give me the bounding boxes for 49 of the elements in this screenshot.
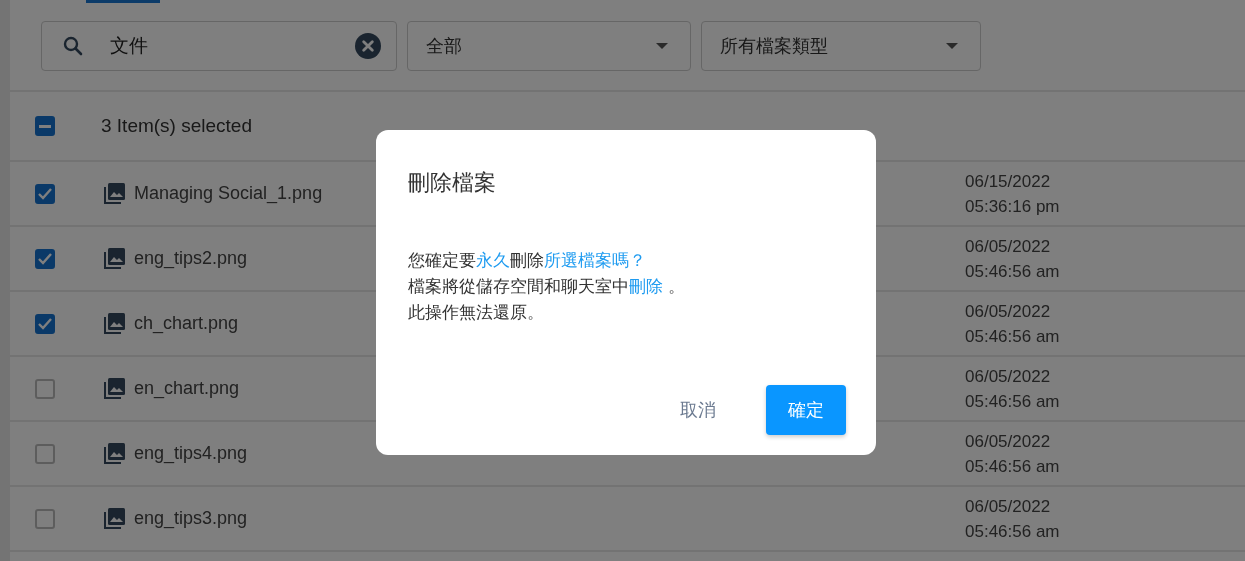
check-icon (38, 317, 52, 330)
image-icon (102, 441, 126, 466)
row-checkbox[interactable] (35, 313, 55, 334)
clear-icon[interactable] (355, 33, 381, 59)
check-icon (38, 187, 52, 200)
search-field[interactable]: 文件 (41, 21, 397, 71)
caret-icon (656, 43, 668, 49)
search-icon (61, 34, 85, 58)
file-name: eng_tips4.png (134, 443, 248, 464)
file-name: eng_tips3.png (134, 508, 248, 529)
file-time: 05:36:16 pm (965, 195, 1061, 218)
file-time: 05:46:56 am (965, 455, 1061, 478)
row-checkbox[interactable] (35, 508, 55, 529)
dialog-message: 此操作無法還原。 (408, 302, 544, 324)
file-time: 05:46:56 am (965, 260, 1061, 283)
file-date: 06/15/2022 (965, 170, 1052, 193)
file-time: 05:46:56 am (965, 325, 1061, 348)
file-time: 05:46:56 am (965, 520, 1061, 543)
dialog-message: 檔案將從儲存空間和聊天室中刪除 。 (408, 276, 685, 298)
minus-icon (39, 124, 51, 128)
file-date: 06/05/2022 (965, 430, 1052, 453)
cancel-button[interactable]: 取消 (660, 388, 736, 432)
image-icon (102, 311, 126, 336)
image-icon (102, 506, 126, 531)
select-all-checkbox[interactable] (35, 116, 55, 136)
selection-count: 3 Item(s) selected (101, 115, 252, 137)
file-date: 06/05/2022 (965, 235, 1052, 258)
file-name: eng_tips2.png (134, 248, 248, 269)
file-date: 06/05/2022 (965, 495, 1052, 518)
dialog-title: 刪除檔案 (408, 169, 497, 197)
row-checkbox[interactable] (35, 443, 55, 464)
file-name: Managing Social_1.png (134, 183, 323, 204)
file-time: 05:46:56 am (965, 390, 1061, 413)
check-icon (38, 252, 52, 265)
image-icon (102, 246, 126, 271)
row-checkbox[interactable] (35, 248, 55, 269)
row-checkbox[interactable] (35, 378, 55, 399)
image-icon (102, 181, 126, 206)
caret-icon (946, 43, 958, 49)
row-checkbox[interactable] (35, 183, 55, 204)
dialog-message: 您確定要永久刪除所選檔案嗎？ (408, 250, 646, 272)
file-name: en_chart.png (134, 378, 240, 399)
file-name: ch_chart.png (134, 313, 239, 334)
image-icon (102, 376, 126, 401)
filter-dropdown[interactable]: 所有檔案類型 (701, 21, 981, 71)
file-date: 06/05/2022 (965, 300, 1052, 323)
confirm-button[interactable]: 確定 (766, 385, 846, 435)
file-date: 06/05/2022 (965, 365, 1052, 388)
filter-dropdown[interactable]: 全部 (407, 21, 691, 71)
